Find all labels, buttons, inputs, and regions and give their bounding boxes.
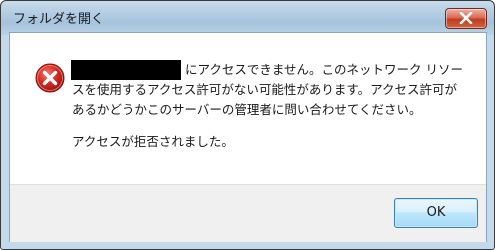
dialog-content: にアクセスできません。このネットワーク リソー スを使用するアクセス許可がない可… [9, 32, 487, 242]
ok-button[interactable]: OK [394, 198, 478, 228]
close-icon [459, 12, 473, 24]
window-title: フォルダを開く [13, 12, 105, 27]
close-button[interactable] [445, 8, 487, 29]
error-icon [35, 63, 65, 93]
message-line-4: アクセスが拒否されました。 [72, 134, 234, 149]
message-line-2: スを使用するアクセス許可がない可能性があります。アクセス許可が [72, 82, 458, 97]
dialog-window: フォルダを開く にアクセスできません。このネットワーク リソー スを使用するアク… [0, 0, 495, 250]
message-line-1: にアクセスできません。このネットワーク リソー [185, 62, 463, 77]
message-line-3: あるかどうかこのサーバーの管理者に問い合わせてください。 [72, 102, 422, 117]
title-bar[interactable]: フォルダを開く [1, 1, 494, 31]
redacted-folder-name [71, 60, 181, 80]
